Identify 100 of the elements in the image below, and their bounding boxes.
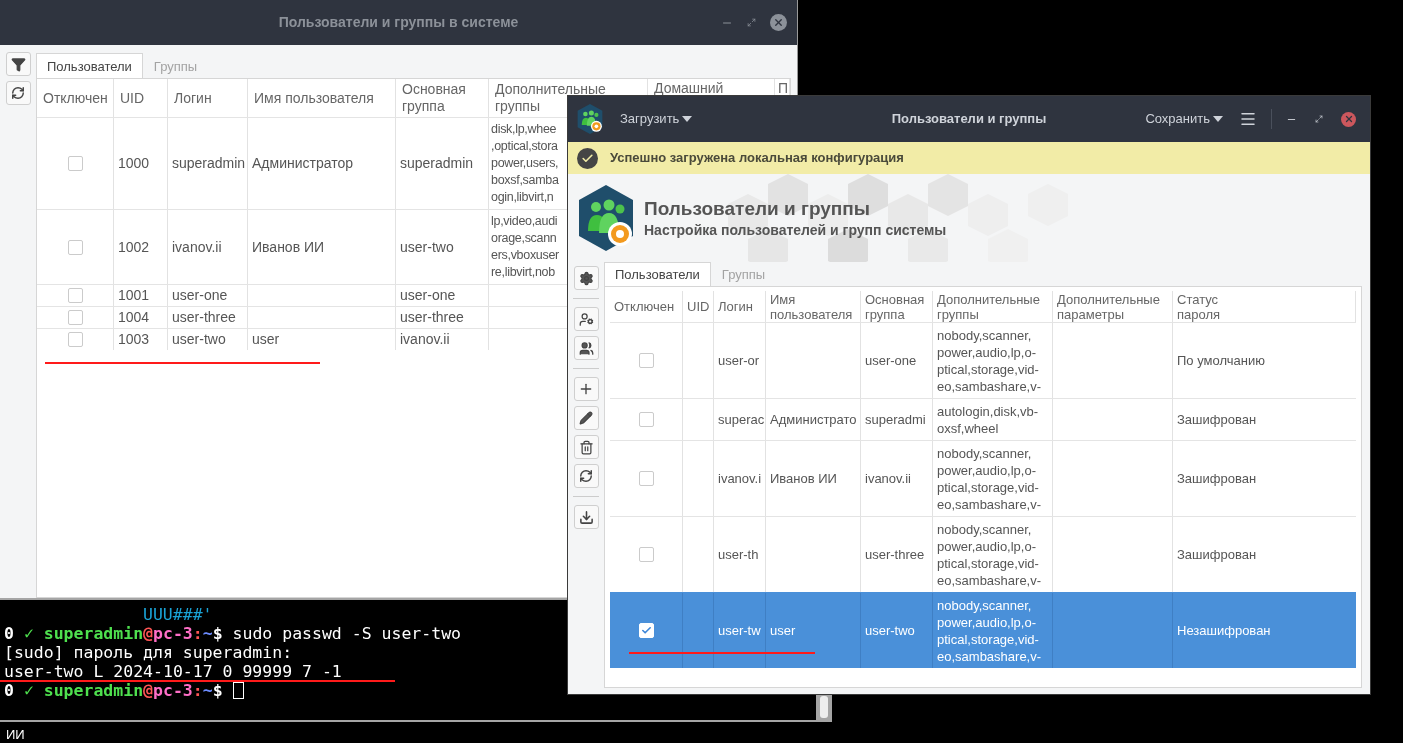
- table-row[interactable]: ivanov.i Иванов ИИ ivanov.ii nobody,scanner, power,audio,lp,o- ptical,storage,vid- eo,sambashare,v- Зашифрован: [610, 440, 1356, 516]
- caret-icon: [682, 116, 693, 122]
- column-header[interactable]: Отключен: [614, 299, 675, 314]
- edit-button[interactable]: [573, 406, 599, 430]
- table-row[interactable]: user-or user-one nobody,scanner, power,audio,lp,o- ptical,storage,vid- eo,sambashare,v- По умолчанию: [610, 322, 1356, 398]
- settings-icon: [578, 270, 594, 286]
- column-header[interactable]: Имя пользователя: [254, 89, 374, 107]
- column-header[interactable]: Имя пользователя: [770, 291, 853, 322]
- checkbox[interactable]: [638, 547, 654, 562]
- tab[interactable]: Пользователи: [604, 262, 711, 286]
- table-cell: Зашифрован: [1177, 411, 1257, 428]
- app-logo: [576, 182, 636, 254]
- table-cell: user-three: [865, 546, 925, 563]
- table-cell: По умолчанию: [1177, 352, 1265, 369]
- refresh-button[interactable]: [5, 81, 31, 105]
- table-cell: user-two: [400, 238, 454, 256]
- window-title: Пользователи и группы в системе: [278, 13, 519, 32]
- refresh-button[interactable]: [573, 464, 599, 488]
- column-header[interactable]: Основная группа: [402, 81, 466, 115]
- users-icon: [578, 340, 594, 356]
- column-header[interactable]: Логин: [174, 89, 212, 107]
- table-cell: nobody,scanner, power,audio,lp,o- ptical,storage,vid- eo,sambashare,v-: [937, 445, 1042, 513]
- table-cell: nobody,scanner, power,audio,lp,o- ptical,storage,vid- eo,sambashare,v-: [937, 521, 1042, 589]
- user-settings-button[interactable]: [573, 307, 599, 331]
- table-cell: ivanov.ii: [865, 470, 911, 487]
- app-logo: [576, 103, 604, 135]
- plus-icon: [578, 381, 594, 397]
- maximize-icon[interactable]: [1315, 115, 1323, 123]
- checkbox[interactable]: [67, 288, 83, 303]
- column-header[interactable]: Дополнительные группы: [937, 291, 1040, 322]
- table-cell: Зашифрован: [1177, 546, 1257, 563]
- table-cell: lp,video,audi orage,scann ers,vboxuser re,libvirt,nob: [491, 213, 559, 281]
- table-cell: superadmin: [172, 155, 246, 172]
- column-header[interactable]: П: [778, 80, 789, 97]
- close-button[interactable]: [1341, 111, 1356, 127]
- load-button[interactable]: Загрузить: [620, 109, 693, 129]
- table-cell: 1000: [118, 155, 150, 172]
- table-cell: user-one: [400, 287, 456, 304]
- add-button[interactable]: [573, 377, 599, 401]
- pencil-icon: [579, 411, 593, 425]
- close-icon: [773, 17, 784, 28]
- menu-icon[interactable]: [1239, 110, 1257, 128]
- settings-button[interactable]: [573, 266, 599, 290]
- window-title: Пользователи и группы: [891, 110, 1047, 129]
- table-cell: Иванов ИИ: [770, 470, 837, 487]
- column-header[interactable]: Домашний: [654, 80, 724, 97]
- table-cell: Администрато: [770, 411, 857, 428]
- table-cell: superadmin: [400, 155, 474, 172]
- table-cell: Иванов ИИ: [252, 238, 325, 256]
- checkbox[interactable]: [638, 353, 654, 368]
- prompt-line: 0 ✓ superadmin@pc-3:~$ sudo passwd -S user-two: [4, 625, 461, 642]
- notice-text: Успешно загружена локальная конфигурация: [610, 149, 904, 168]
- tab[interactable]: Пользователи: [36, 53, 143, 78]
- checkmark-icon: [640, 625, 652, 636]
- save-button[interactable]: Сохранить: [1145, 109, 1223, 129]
- table-cell: ivanov.ii: [400, 331, 450, 348]
- delete-button[interactable]: [573, 435, 599, 459]
- table-cell: user-two: [172, 331, 226, 348]
- download-button[interactable]: [573, 505, 599, 529]
- header-subtitle: Настройка пользователей и групп системы: [644, 221, 947, 239]
- column-header[interactable]: Статус пароля: [1177, 291, 1221, 322]
- column-header[interactable]: Отключен: [43, 89, 108, 107]
- output-line: [sudo] пароль для superadmin:: [4, 644, 293, 661]
- table-cell: nobody,scanner, power,audio,lp,o- ptical,storage,vid- eo,sambashare,v-: [937, 327, 1042, 395]
- column-header[interactable]: Дополнительные группы: [495, 81, 606, 115]
- table-cell: Незашифрован: [1177, 622, 1271, 639]
- filter-button[interactable]: [5, 52, 31, 76]
- table-cell: 1004: [118, 309, 150, 326]
- close-icon: [1343, 114, 1354, 124]
- checkbox[interactable]: [638, 471, 654, 486]
- table-cell: ivanov.i: [718, 470, 762, 487]
- maximize-icon[interactable]: [747, 18, 756, 27]
- user-gear-icon: [578, 311, 594, 327]
- table-cell: user-three: [172, 309, 236, 326]
- download-icon: [578, 509, 594, 525]
- table-cell: Администратор: [252, 155, 353, 172]
- table-cell: user-one: [865, 352, 917, 369]
- group-button[interactable]: [573, 336, 599, 360]
- checkbox[interactable]: [638, 412, 654, 427]
- checkbox[interactable]: [67, 310, 83, 325]
- table-cell: autologin,disk,vb- oxsf,wheel: [937, 403, 1039, 437]
- column-header[interactable]: UID: [120, 89, 145, 107]
- table-cell: user-one: [172, 287, 228, 304]
- table-cell: 1003: [118, 331, 150, 348]
- column-header[interactable]: Основная группа: [865, 291, 925, 322]
- filter-icon: [10, 56, 26, 72]
- column-header[interactable]: UID: [687, 299, 710, 314]
- checkbox[interactable]: [67, 239, 83, 255]
- prompt-line: 0 ✓ superadmin@pc-3:~$: [4, 682, 223, 699]
- caret-icon: [1213, 116, 1223, 122]
- table-cell: ivanov.ii: [172, 238, 222, 256]
- close-button[interactable]: [770, 14, 787, 31]
- output-line: user-two L 2024-10-17 0 99999 7 -1: [4, 663, 342, 680]
- table-cell: 1002: [118, 238, 150, 256]
- checkbox[interactable]: [67, 156, 83, 171]
- checkbox[interactable]: [67, 332, 83, 347]
- column-header[interactable]: Дополнительные параметры: [1057, 291, 1160, 322]
- column-header[interactable]: Логин: [718, 299, 753, 314]
- table-row[interactable]: user-tw user user-two nobody,scanner, power,audio,lp,o- ptical,storage,vid- eo,sambashare,v- Незашифрован: [610, 592, 1356, 668]
- table-cell: 1001: [118, 287, 150, 304]
